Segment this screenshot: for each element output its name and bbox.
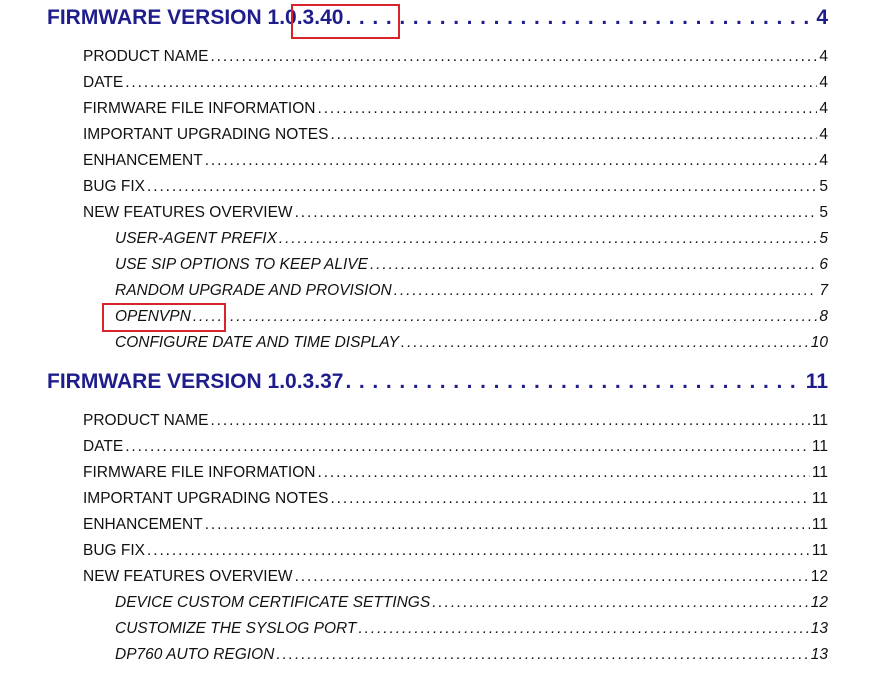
- dot-leader: [358, 620, 808, 638]
- entry-label: PRODUCT NAME: [83, 48, 209, 65]
- entry-label: NEW FEATURES OVERVIEW: [83, 204, 293, 221]
- dot-leader: [318, 464, 810, 482]
- subentry-label: OPENVPN: [115, 308, 191, 325]
- dot-leader: [125, 74, 817, 92]
- entry-page: 5: [819, 178, 828, 195]
- dot-leader: [205, 152, 818, 170]
- entry-label: FIRMWARE FILE INFORMATION: [83, 100, 316, 117]
- subentry-page: 13: [810, 620, 828, 637]
- entry-page: 11: [811, 490, 828, 507]
- entry-label: DATE: [83, 438, 124, 455]
- toc-subentry[interactable]: DP760 AUTO REGION 13: [115, 646, 828, 666]
- entry-page: 11: [811, 412, 828, 429]
- toc-entry[interactable]: FIRMWARE FILE INFORMATION 4: [83, 100, 828, 120]
- entry-label: IMPORTANT UPGRADING NOTES: [83, 126, 329, 143]
- subentry-label: DP760 AUTO REGION: [115, 646, 275, 663]
- toc-entry[interactable]: PRODUCT NAME 4: [83, 48, 828, 68]
- toc-subentry[interactable]: USE SIP OPTIONS TO KEEP ALIVE 6: [115, 256, 828, 276]
- dot-leader: [330, 490, 809, 508]
- dot-leader: [205, 516, 810, 534]
- toc-subentry[interactable]: USER-AGENT PREFIX 5: [115, 230, 828, 250]
- heading-page: 11: [805, 370, 828, 393]
- entry-page: 4: [819, 48, 828, 65]
- entry-page: 4: [819, 100, 828, 117]
- toc-entry[interactable]: IMPORTANT UPGRADING NOTES 11: [83, 490, 828, 510]
- dot-leader: [193, 308, 818, 326]
- dot-leader: [318, 100, 818, 118]
- subentry-page: 5: [819, 230, 828, 247]
- toc-heading-1[interactable]: FIRMWARE VERSION 1.0.3.40 4: [47, 6, 828, 34]
- heading-title: FIRMWARE VERSION 1.0.3.37: [47, 370, 344, 393]
- toc-subentry[interactable]: CONFIGURE DATE AND TIME DISPLAY 10: [115, 334, 828, 354]
- subentry-page: 8: [819, 308, 828, 325]
- entry-page: 11: [811, 516, 828, 533]
- dot-leader: [147, 178, 817, 196]
- toc-subentry[interactable]: RANDOM UPGRADE AND PROVISION 7: [115, 282, 828, 302]
- dot-leader: [330, 126, 817, 144]
- entry-label: IMPORTANT UPGRADING NOTES: [83, 490, 329, 507]
- entry-page: 11: [811, 542, 828, 559]
- entry-page: 11: [811, 464, 828, 481]
- toc-heading-2[interactable]: FIRMWARE VERSION 1.0.3.37 11: [47, 370, 828, 398]
- dot-leader: [276, 646, 808, 664]
- subentry-label: CONFIGURE DATE AND TIME DISPLAY: [115, 334, 399, 351]
- entry-label: BUG FIX: [83, 178, 146, 195]
- toc-subentry[interactable]: DEVICE CUSTOM CERTIFICATE SETTINGS 12: [115, 594, 828, 614]
- toc-entry[interactable]: ENHANCEMENT 4: [83, 152, 828, 172]
- dot-leader: [432, 594, 809, 612]
- entry-page: 12: [810, 568, 828, 585]
- heading-page: 4: [816, 6, 828, 29]
- subentry-label: USE SIP OPTIONS TO KEEP ALIVE: [115, 256, 368, 273]
- subentry-label: DEVICE CUSTOM CERTIFICATE SETTINGS: [115, 594, 431, 611]
- entry-label: BUG FIX: [83, 542, 146, 559]
- toc-entry[interactable]: DATE 11: [83, 438, 828, 458]
- dot-leader: [210, 412, 809, 430]
- heading-version: 1.0.3.40: [267, 6, 344, 29]
- toc-entry[interactable]: BUG FIX 11: [83, 542, 828, 562]
- entry-label: ENHANCEMENT: [83, 516, 203, 533]
- subentry-page: 13: [810, 646, 828, 663]
- dot-leader: [147, 542, 810, 560]
- toc-subentry[interactable]: CUSTOMIZE THE SYSLOG PORT 13: [115, 620, 828, 640]
- subentry-page: 12: [810, 594, 828, 611]
- subentry-page: 7: [819, 282, 828, 299]
- dot-leader: [345, 370, 803, 394]
- dot-leader: [210, 48, 817, 66]
- entry-label: PRODUCT NAME: [83, 412, 209, 429]
- entry-page: 4: [819, 126, 828, 143]
- heading-title: FIRMWARE VERSION 1.0.3.40: [47, 6, 344, 29]
- entry-page: 4: [819, 74, 828, 91]
- toc-entry[interactable]: NEW FEATURES OVERVIEW 5: [83, 204, 828, 224]
- dot-leader: [125, 438, 810, 456]
- entry-page: 4: [819, 152, 828, 169]
- toc-entry[interactable]: IMPORTANT UPGRADING NOTES 4: [83, 126, 828, 146]
- toc-entry[interactable]: BUG FIX 5: [83, 178, 828, 198]
- dot-leader: [401, 334, 809, 352]
- entry-label: ENHANCEMENT: [83, 152, 203, 169]
- entry-page: 11: [811, 438, 828, 455]
- entry-label: FIRMWARE FILE INFORMATION: [83, 464, 316, 481]
- entry-page: 5: [819, 204, 828, 221]
- dot-leader: [295, 204, 818, 222]
- toc-subentry[interactable]: OPENVPN 8: [115, 308, 828, 328]
- entry-label: DATE: [83, 74, 124, 91]
- subentry-label: USER-AGENT PREFIX: [115, 230, 277, 247]
- toc-entry[interactable]: ENHANCEMENT 11: [83, 516, 828, 536]
- toc-entry[interactable]: PRODUCT NAME 11: [83, 412, 828, 432]
- dot-leader: [394, 282, 818, 300]
- entry-label: NEW FEATURES OVERVIEW: [83, 568, 293, 585]
- heading-version: 1.0.3.37: [267, 370, 344, 393]
- subentry-page: 10: [810, 334, 828, 351]
- dot-leader: [295, 568, 809, 586]
- toc-entry[interactable]: FIRMWARE FILE INFORMATION 11: [83, 464, 828, 484]
- toc-entry[interactable]: DATE 4: [83, 74, 828, 94]
- subentry-label: RANDOM UPGRADE AND PROVISION: [115, 282, 392, 299]
- subentry-label: CUSTOMIZE THE SYSLOG PORT: [115, 620, 357, 637]
- subentry-page: 6: [819, 256, 828, 273]
- dot-leader: [370, 256, 817, 274]
- dot-leader: [279, 230, 817, 248]
- toc-entry[interactable]: NEW FEATURES OVERVIEW 12: [83, 568, 828, 588]
- dot-leader: [345, 6, 814, 30]
